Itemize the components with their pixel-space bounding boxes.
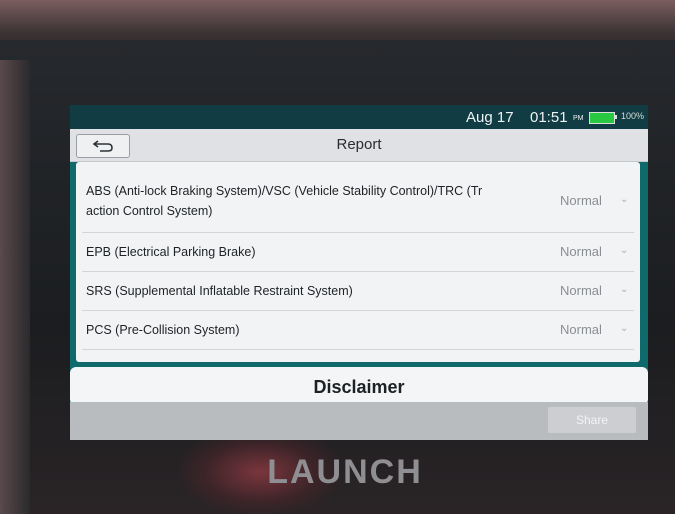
status-bar: Aug 17 01:51 PM 100% [70, 105, 648, 129]
row-label: SRS (Supplemental Inflatable Restraint S… [86, 284, 353, 298]
row-status: Normal [560, 322, 602, 337]
status-time: 01:51 [530, 109, 568, 126]
chevron-down-icon: ⌄ [620, 284, 629, 295]
chevron-down-icon: ⌄ [620, 323, 629, 334]
chevron-down-icon: ⌄ [620, 194, 629, 205]
device-side-edge [0, 60, 30, 514]
row-status: Normal [560, 283, 602, 298]
device-screen: Aug 17 01:51 PM 100% Report ABS (Anti-lo… [70, 105, 648, 440]
chevron-down-icon: ⌄ [620, 245, 629, 256]
status-ampm: PM [573, 115, 584, 122]
report-list: ABS (Anti-lock Braking System)/VSC (Vehi… [76, 162, 640, 362]
back-arrow-icon [92, 139, 114, 153]
row-label: ABS (Anti-lock Braking System)/VSC (Vehi… [86, 184, 483, 198]
status-date: Aug 17 [466, 109, 514, 126]
row-label-continued: action Control System) [86, 204, 213, 218]
battery-tip [615, 115, 617, 119]
bottom-toolbar: Share [70, 402, 648, 440]
disclaimer-button[interactable]: Disclaimer [70, 367, 648, 405]
back-button[interactable] [76, 134, 130, 158]
share-button[interactable]: Share [548, 407, 636, 433]
report-row-srs[interactable]: SRS (Supplemental Inflatable Restraint S… [82, 272, 634, 311]
battery-percent: 100% [621, 111, 645, 121]
device-brand-logo: LAUNCH [267, 453, 423, 491]
row-label: PCS (Pre-Collision System) [86, 323, 240, 337]
row-status: Normal [560, 244, 602, 259]
row-label: EPB (Electrical Parking Brake) [86, 245, 256, 259]
row-status: Normal [560, 193, 602, 208]
title-bar: Report [70, 129, 648, 162]
report-row-abs[interactable]: ABS (Anti-lock Braking System)/VSC (Vehi… [82, 166, 634, 233]
battery-icon [589, 112, 615, 124]
report-row-pcs[interactable]: PCS (Pre-Collision System) Normal ⌄ [82, 311, 634, 350]
page-title: Report [336, 136, 382, 153]
report-row-epb[interactable]: EPB (Electrical Parking Brake) Normal ⌄ [82, 233, 634, 272]
